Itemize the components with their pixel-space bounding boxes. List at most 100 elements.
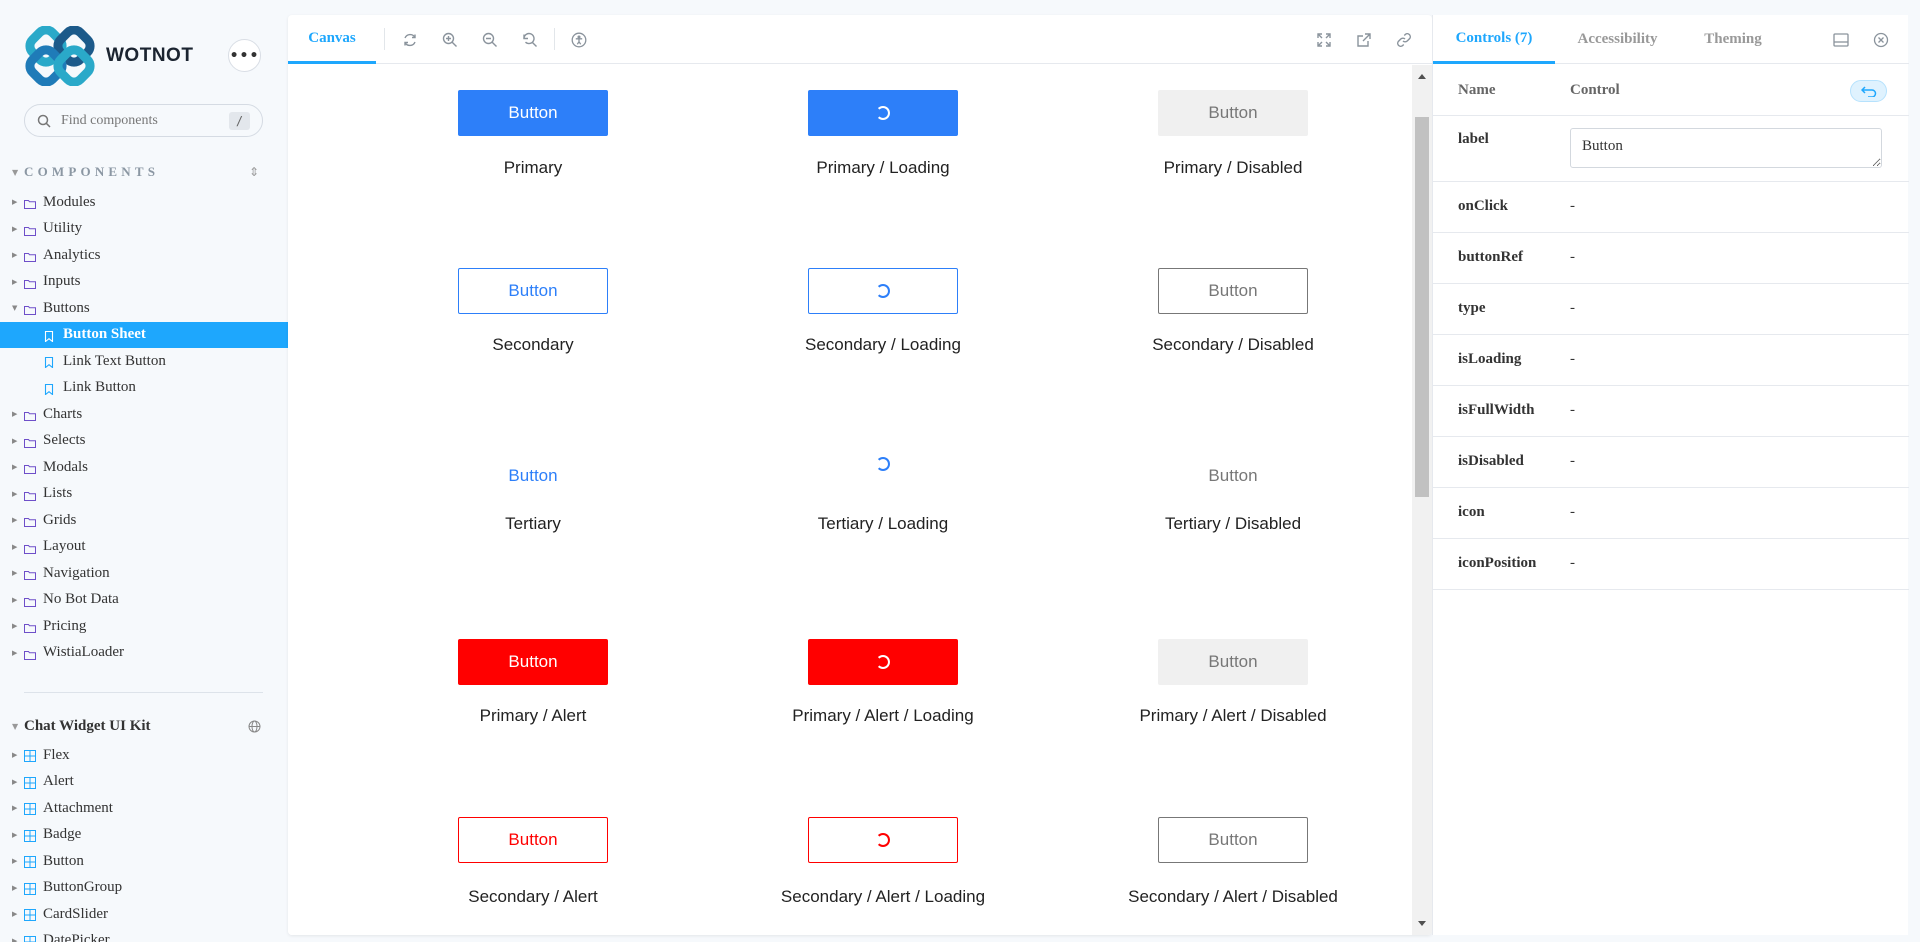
- kit-item-button[interactable]: ▶ Button: [0, 848, 288, 874]
- sidebar-item-navigation[interactable]: ▶ Navigation: [0, 560, 288, 586]
- folder-icon: [24, 568, 36, 580]
- sidebar-item-modals[interactable]: ▶ Modals: [0, 454, 288, 480]
- sidebar-item-grids[interactable]: ▶ Grids: [0, 507, 288, 533]
- sidebar-item-modules[interactable]: ▶ Modules: [0, 189, 288, 215]
- kit-item-label: Flex: [43, 746, 70, 763]
- control-value: -: [1570, 402, 1575, 418]
- bookmark-icon: [44, 356, 56, 369]
- sidebar-item-analytics[interactable]: ▶ Analytics: [0, 242, 288, 268]
- folder-icon: [24, 515, 36, 527]
- sidebar-item-lists[interactable]: ▶ Lists: [0, 481, 288, 507]
- scroll-up-arrow-icon[interactable]: [1418, 74, 1426, 79]
- scroll-down-arrow-icon[interactable]: [1418, 921, 1426, 926]
- control-value: -: [1570, 555, 1575, 571]
- copy-link-icon[interactable]: [1394, 30, 1414, 50]
- story-caption: Primary: [503, 158, 563, 177]
- story-secondary-disabled: Button Secondary / Disabled: [1058, 268, 1408, 368]
- sidebar-item-layout[interactable]: ▶ Layout: [0, 534, 288, 560]
- kit-item-buttongroup[interactable]: ▶ ButtonGroup: [0, 875, 288, 901]
- primary-button[interactable]: [808, 90, 958, 136]
- sidebar-item-charts[interactable]: ▶ Charts: [0, 401, 288, 427]
- components-section-header[interactable]: ▼ COMPONENTS ⇕: [12, 162, 262, 182]
- reload-icon[interactable]: [400, 30, 420, 50]
- kit-item-badge[interactable]: ▶ Badge: [0, 822, 288, 848]
- sidebar-item-label: Link Text Button: [63, 352, 166, 369]
- sidebar-item-selects[interactable]: ▶ Selects: [0, 428, 288, 454]
- component-grid-icon: [24, 856, 36, 868]
- caret-right-icon: ▶: [12, 751, 18, 759]
- search-icon: [37, 114, 51, 128]
- story-caption: Secondary / Alert / Disabled: [1128, 887, 1338, 906]
- sidebar-item-label: Charts: [43, 405, 83, 422]
- button-label: Button: [508, 281, 558, 300]
- kit-item-label: Alert: [43, 773, 74, 789]
- caret-right-icon: ▶: [12, 883, 18, 892]
- kit-item-alert[interactable]: ▶ Alert: [0, 769, 288, 795]
- sidebar-item-link-text-button[interactable]: Link Text Button: [0, 348, 288, 374]
- alert-button[interactable]: [808, 639, 958, 685]
- story-caption: Primary / Disabled: [1163, 158, 1303, 177]
- kit-section-header[interactable]: ▼ Chat Widget UI Kit: [12, 716, 262, 736]
- fullscreen-icon[interactable]: [1314, 30, 1334, 50]
- sec-alert-button[interactable]: [808, 817, 958, 863]
- tab-controls[interactable]: Controls (7): [1433, 15, 1555, 64]
- tab-canvas[interactable]: Canvas: [288, 15, 376, 64]
- story-tertiary-disabled: Button Tertiary / Disabled: [1058, 453, 1408, 553]
- label-text-input[interactable]: Button: [1570, 128, 1882, 168]
- globe-icon[interactable]: [246, 718, 262, 734]
- more-options-button[interactable]: •••: [228, 39, 261, 72]
- tab-theming[interactable]: Theming: [1680, 15, 1786, 64]
- kit-item-flex[interactable]: ▶ Flex: [0, 742, 288, 768]
- kit-item-cardslider[interactable]: ▶ CardSlider: [0, 901, 288, 927]
- story-caption: Tertiary / Disabled: [1164, 514, 1302, 533]
- kit-item-datepicker[interactable]: ▶ DatePicker: [0, 928, 288, 942]
- reset-controls-button[interactable]: [1850, 80, 1887, 102]
- sidebar-item-pricing[interactable]: ▶ Pricing: [0, 613, 288, 639]
- sidebar-item-inputs[interactable]: ▶ Inputs: [0, 269, 288, 295]
- canvas-scrollbar[interactable]: [1412, 65, 1432, 935]
- component-grid-icon: [24, 750, 36, 762]
- sidebar-item-button-sheet[interactable]: Button Sheet: [0, 321, 288, 348]
- brand[interactable]: WOTNOT: [24, 26, 193, 86]
- tertiary-button[interactable]: [808, 453, 958, 499]
- zoom-out-icon[interactable]: [480, 30, 500, 50]
- search-input[interactable]: [59, 111, 229, 130]
- addons-panel: Controls (7) Accessibility Theming Name …: [1432, 15, 1909, 935]
- bookmark-icon: [44, 383, 56, 396]
- story-secondary-alert: Button Secondary / Alert: [358, 817, 708, 917]
- tertiary-button[interactable]: Button: [458, 453, 608, 499]
- disabled-sec-disabled-button: Button: [1158, 817, 1308, 863]
- sidebar-item-buttons[interactable]: ▼ Buttons: [0, 295, 288, 321]
- scrollbar-thumb[interactable]: [1415, 117, 1429, 497]
- sidebar-item-no-bot-data[interactable]: ▶ No Bot Data: [0, 587, 288, 613]
- sidebar-item-link-button[interactable]: Link Button: [0, 375, 288, 401]
- primary-button[interactable]: Button: [458, 90, 608, 136]
- caret-right-icon: ▶: [12, 251, 18, 259]
- story-primary-loading: Primary / Loading: [708, 90, 1058, 190]
- sidebar-item-utility[interactable]: ▶ Utility: [0, 216, 288, 242]
- kit-item-attachment[interactable]: ▶ Attachment: [0, 795, 288, 821]
- zoom-in-icon[interactable]: [440, 30, 460, 50]
- sec-alert-button[interactable]: Button: [458, 817, 608, 863]
- expand-collapse-icon[interactable]: ⇕: [246, 164, 262, 180]
- caret-right-icon: ▶: [12, 198, 18, 206]
- accessibility-icon[interactable]: [569, 30, 589, 50]
- open-new-tab-icon[interactable]: [1354, 30, 1374, 50]
- zoom-reset-icon[interactable]: [520, 30, 540, 50]
- alert-button[interactable]: Button: [458, 639, 608, 685]
- caret-right-icon: ▶: [12, 857, 18, 865]
- panel-position-icon[interactable]: [1831, 30, 1851, 50]
- caret-right-icon: ▶: [12, 516, 18, 524]
- search-box[interactable]: /: [24, 104, 263, 137]
- caret-down-icon: ▼: [12, 304, 18, 312]
- caret-right-icon: ▶: [12, 622, 18, 630]
- tab-accessibility[interactable]: Accessibility: [1555, 15, 1680, 64]
- button-label: Button: [508, 830, 558, 849]
- loading-spinner-icon: [876, 655, 890, 669]
- story-caption: Secondary / Alert: [468, 887, 598, 906]
- secondary-button[interactable]: [808, 268, 958, 314]
- sidebar-item-wistialoader[interactable]: ▶ WistiaLoader: [0, 640, 288, 666]
- secondary-button[interactable]: Button: [458, 268, 608, 314]
- story-primary-alert: Button Primary / Alert: [358, 639, 708, 739]
- close-panel-icon[interactable]: [1871, 30, 1891, 50]
